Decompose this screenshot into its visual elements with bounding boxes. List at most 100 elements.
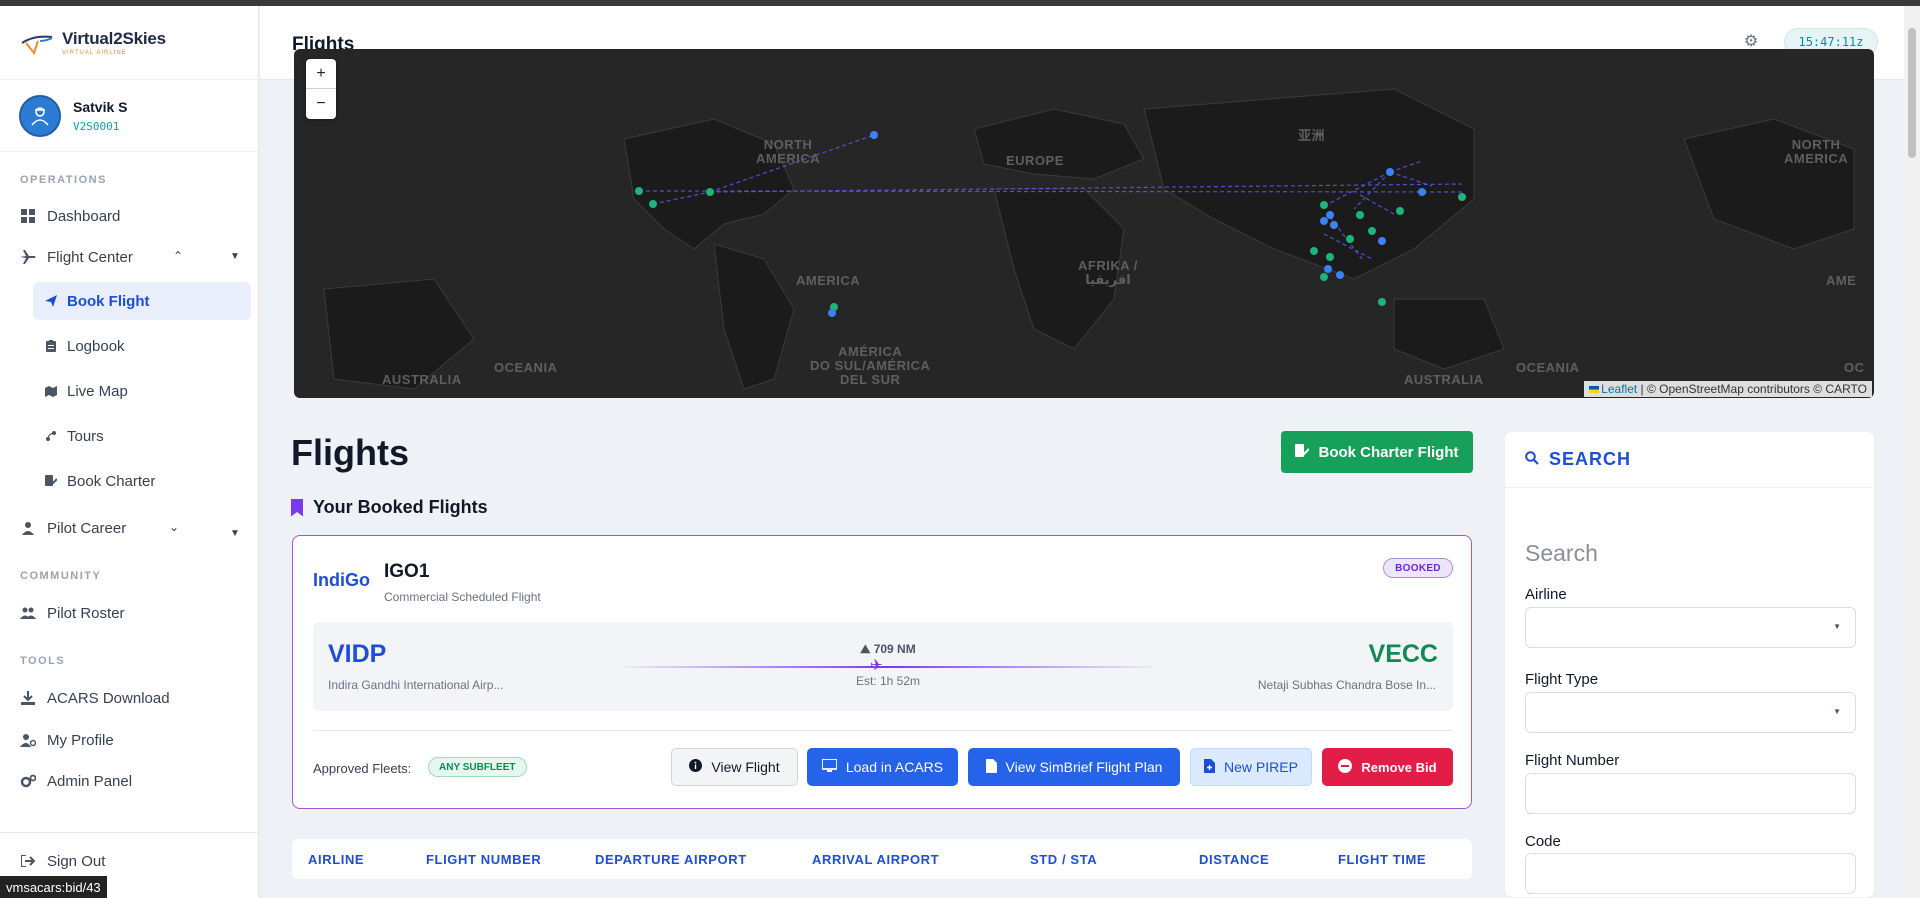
plane-icon [20,249,36,265]
booked-flights-heading: Your Booked Flights [291,497,488,518]
search-panel-heading: SEARCH [1549,449,1632,469]
card-divider [313,730,1453,731]
leaflet-link[interactable]: Leaflet [1601,382,1637,396]
user-cog-icon [20,732,36,748]
desktop-icon [820,758,838,775]
approved-fleets-label: Approved Fleets: [313,761,412,776]
sidebar-item-label: Admin Panel [47,772,133,790]
bookmark-icon [291,498,303,517]
view-flight-label: View Flight [711,759,780,775]
book-charter-flight-button[interactable]: Book Charter Flight [1281,431,1473,473]
new-pirep-button[interactable]: New PIREP [1190,748,1312,786]
sidebar-item-label: Book Charter [67,472,156,490]
departure-code: VIDP [328,640,387,668]
route-distance: ⛰ 709 NM [833,642,943,657]
approved-fleets-badge: ANY SUBFLEET [428,757,527,777]
sidebar-item-pilot-roster[interactable]: Pilot Roster [0,595,258,631]
sidebar-item-book-charter[interactable]: Book Charter [33,462,251,500]
route-summary: VIDP Indira Gandhi International Airp...… [313,622,1453,711]
sidebar-item-tours[interactable]: Tours [33,417,251,455]
column-header-airline[interactable]: AIRLINE [308,852,364,867]
route-icon [45,430,57,442]
file-plus-icon [1204,758,1216,776]
sidebar-divider [0,832,258,833]
ukraine-flag-icon [1589,386,1600,393]
page-scrollbar[interactable] [1904,6,1920,898]
road-icon: ⛰ [860,642,871,656]
flight-number-label: Flight Number [1525,752,1620,769]
pilot-avatar-icon [31,106,49,126]
view-simbrief-label: View SimBrief Flight Plan [1005,759,1163,775]
user-pilot-id: V2S0001 [73,119,120,133]
map-basemap [323,88,1855,390]
column-header-distance[interactable]: DISTANCE [1199,852,1269,867]
user-profile[interactable]: Satvik S V2S0001 [0,80,258,152]
view-simbrief-button[interactable]: View SimBrief Flight Plan [968,748,1180,786]
flight-number-input[interactable] [1525,773,1856,814]
sidebar-item-admin-panel[interactable]: Admin Panel [0,763,258,799]
arrival-name: Netaji Subhas Chandra Bose In... [1257,678,1436,692]
map-attribution: Leaflet | © OpenStreetMap contributors ©… [1584,381,1872,397]
sidebar-item-dashboard[interactable]: Dashboard [0,198,258,234]
sign-out-icon [20,853,36,869]
map-label-america: AMERICA [796,273,861,288]
search-icon [1525,451,1539,468]
column-header-flight-number[interactable]: FLIGHT NUMBER [426,852,541,867]
column-header-arrival-airport[interactable]: ARRIVAL AIRPORT [812,852,939,867]
section-tools: TOOLS [20,655,66,667]
page-title: Flights [291,432,409,473]
sidebar-item-acars-download[interactable]: ACARS Download [0,680,258,716]
code-input[interactable] [1525,853,1856,894]
info-circle-icon [689,759,703,775]
airline-logo: IndiGo [313,570,370,590]
link-status-tooltip: vmsacars:bid/43 [0,876,107,898]
distance-value: 709 NM [873,642,916,656]
sidebar-item-label: My Profile [47,731,114,749]
column-header-flight-time[interactable]: FLIGHT TIME [1338,852,1426,867]
sidebar-item-label: Tours [67,427,104,445]
caret-down-icon[interactable]: ▼ [230,528,240,539]
search-form-title: Search [1525,540,1598,566]
file-icon [985,758,997,776]
sidebar-item-logbook[interactable]: Logbook [33,327,251,365]
users-icon [20,605,36,621]
caret-down-icon[interactable]: ▼ [230,251,240,262]
code-label: Code [1525,833,1561,850]
sidebar-item-my-profile[interactable]: My Profile [0,722,258,758]
remove-bid-button[interactable]: Remove Bid [1322,748,1453,786]
load-in-acars-button[interactable]: Load in ACARS [807,748,958,786]
attribution-text: | © OpenStreetMap contributors © CARTO [1640,382,1867,396]
flights-map[interactable]: NORTH AMERICA EUROPE 亚洲 NORTH AMERICA AM… [294,49,1874,398]
sidebar-item-flight-center[interactable]: Flight Center [0,239,258,275]
sidebar-item-pilot-career[interactable]: Pilot Career [0,510,258,546]
file-signature-icon [45,475,57,487]
flight-type-select[interactable]: ▼ [1525,692,1856,733]
map-pin-icon [45,385,57,397]
sidebar-item-label: Book Flight [67,292,150,310]
sidebar-item-sign-out[interactable]: Sign Out [0,843,258,879]
sidebar-item-live-map[interactable]: Live Map [33,372,251,410]
column-header-std-sta[interactable]: STD / STA [1030,852,1097,867]
chevron-down-icon[interactable]: ⌄ [169,520,179,534]
map-label-asia: 亚洲 [1298,128,1326,143]
chevron-down-icon: ▼ [1833,707,1841,716]
new-pirep-label: New PIREP [1224,759,1298,775]
chevron-up-icon[interactable]: ⌃ [173,249,183,263]
map-label-oceania-wrap: OC [1844,360,1865,375]
sidebar-item-label: Pilot Roster [47,604,125,622]
scrollbar-thumb[interactable] [1908,28,1916,158]
brand-logo-icon [21,35,53,55]
clipboard-icon [45,340,57,352]
zoom-in-button[interactable]: + [306,59,336,89]
map-label-north-america-wrap: NORTH AMERICA [1784,137,1849,166]
view-flight-button[interactable]: View Flight [671,748,798,786]
column-header-departure-airport[interactable]: DEPARTURE AIRPORT [595,852,747,867]
sidebar-item-book-flight[interactable]: Book Flight [33,282,251,320]
map-zoom-control: + − [306,59,336,119]
zoom-out-button[interactable]: − [306,89,336,119]
section-operations: OPERATIONS [20,174,107,186]
airline-select[interactable]: ▼ [1525,607,1856,648]
sidebar-item-label: Live Map [67,382,128,400]
sidebar-item-label: ACARS Download [47,689,170,707]
brand[interactable]: Virtual2Skies VIRTUAL AIRLINE [0,6,258,80]
